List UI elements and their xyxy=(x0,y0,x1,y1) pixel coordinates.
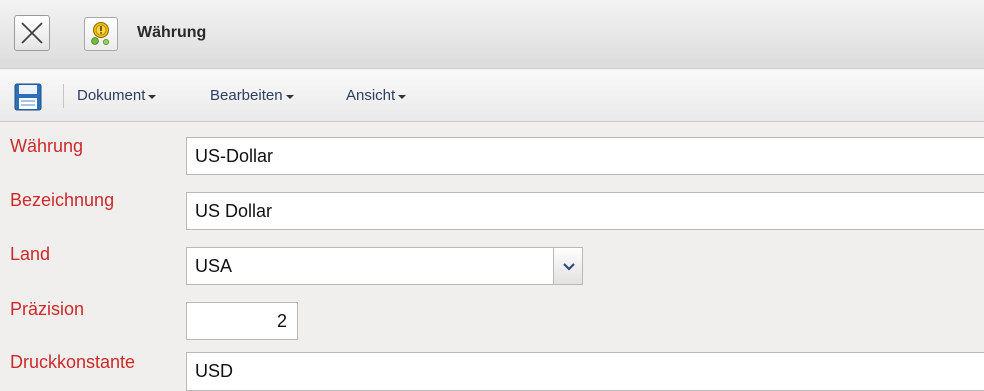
currency-field[interactable]: US-Dollar xyxy=(186,137,984,175)
menu-bearbeiten-label: Bearbeiten xyxy=(210,87,283,104)
label-precision: Präzision xyxy=(10,299,85,319)
label-country: Land xyxy=(10,244,51,264)
window-title: Währung xyxy=(137,24,207,41)
toolbar: Dokument Bearbeiten Ansicht xyxy=(0,70,984,122)
menu-dokument-label: Dokument xyxy=(77,87,146,104)
title-bar: Währung xyxy=(0,0,984,69)
country-combobox[interactable]: USA xyxy=(186,247,554,285)
menu-bearbeiten[interactable]: Bearbeiten xyxy=(210,87,294,104)
currency-app-icon xyxy=(84,17,118,51)
description-field[interactable]: US Dollar xyxy=(186,192,984,230)
menu-ansicht[interactable]: Ansicht xyxy=(346,87,407,104)
print-constant-field[interactable]: USD xyxy=(186,352,984,391)
menu-dokument[interactable]: Dokument xyxy=(77,87,157,104)
toolbar-separator xyxy=(63,84,64,108)
chevron-down-icon xyxy=(563,263,575,271)
label-currency: Währung xyxy=(10,136,84,156)
precision-field[interactable]: 2 xyxy=(186,302,298,340)
close-button[interactable] xyxy=(14,15,50,51)
label-description: Bezeichnung xyxy=(10,190,115,210)
save-icon[interactable] xyxy=(14,83,42,111)
close-icon xyxy=(21,22,43,44)
chevron-down-icon xyxy=(398,94,407,99)
country-dropdown-button[interactable] xyxy=(553,247,583,285)
coin-icon xyxy=(91,22,109,45)
currency-form: Währung US-Dollar Bezeichnung US Dollar … xyxy=(0,123,984,391)
chevron-down-icon xyxy=(285,94,294,99)
label-print-constant: Druckkonstante xyxy=(10,352,136,372)
chevron-down-icon xyxy=(148,94,157,99)
menu-ansicht-label: Ansicht xyxy=(346,87,396,104)
